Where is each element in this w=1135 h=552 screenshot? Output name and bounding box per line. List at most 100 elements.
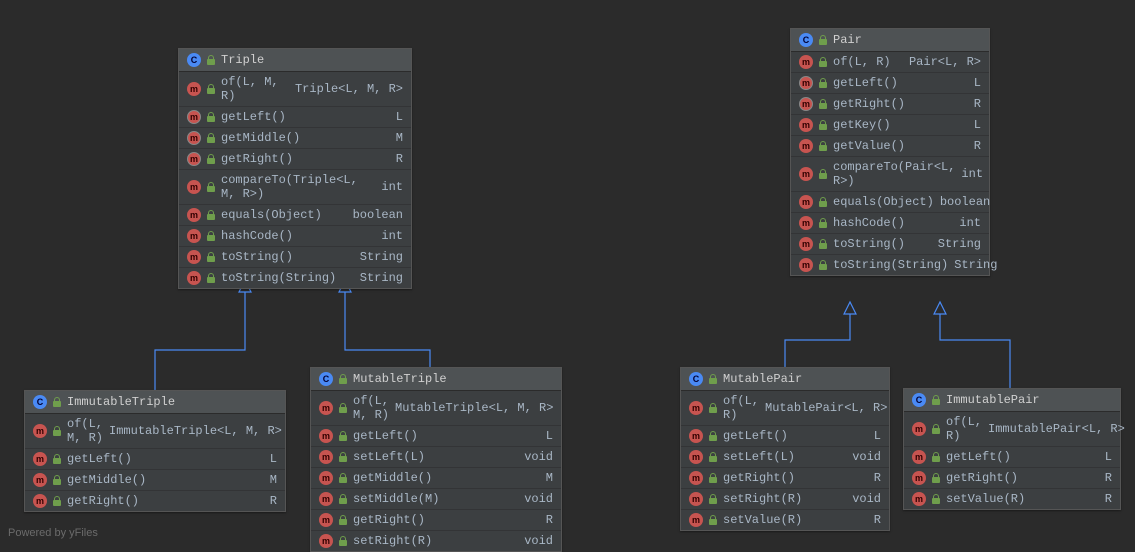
method-icon: m	[187, 180, 201, 194]
class-header[interactable]: C MutablePair	[681, 368, 889, 391]
member-row[interactable]: mequals(Object)boolean	[179, 205, 411, 226]
member-row[interactable]: mtoString()String	[179, 247, 411, 268]
member-row[interactable]: mgetLeft()L	[904, 447, 1120, 468]
class-body-mutable-pair: mof(L, R)MutablePair<L, R>mgetLeft()Lmse…	[681, 391, 889, 530]
member-row[interactable]: mgetLeft()L	[25, 449, 285, 470]
member-row[interactable]: msetLeft(L)void	[311, 447, 561, 468]
member-return-label: L	[270, 452, 277, 466]
member-row[interactable]: mgetRight()R	[904, 468, 1120, 489]
member-row[interactable]: msetLeft(L)void	[681, 447, 889, 468]
class-immutable-pair[interactable]: C ImmutablePair mof(L, R)ImmutablePair<L…	[903, 388, 1121, 510]
member-row[interactable]: mtoString()String	[791, 234, 989, 255]
class-header[interactable]: C MutableTriple	[311, 368, 561, 391]
member-row[interactable]: mgetLeft()L	[179, 107, 411, 128]
member-row[interactable]: mgetMiddle()M	[25, 470, 285, 491]
member-row[interactable]: mof(L, M, R)MutableTriple<L, M, R>	[311, 391, 561, 426]
class-mutable-triple[interactable]: C MutableTriple mof(L, M, R)MutableTripl…	[310, 367, 562, 552]
member-row[interactable]: mgetLeft()L	[791, 73, 989, 94]
method-icon: m	[799, 167, 813, 181]
member-row[interactable]: mhashCode()int	[179, 226, 411, 247]
member-row[interactable]: mof(L, M, R)ImmutableTriple<L, M, R>	[25, 414, 285, 449]
member-return-label: boolean	[353, 208, 403, 222]
member-return-label: L	[874, 429, 881, 443]
member-row[interactable]: mof(L, R)MutablePair<L, R>	[681, 391, 889, 426]
member-row[interactable]: mgetRight()R	[791, 94, 989, 115]
method-icon: m	[319, 471, 333, 485]
class-body-immutable-pair: mof(L, R)ImmutablePair<L, R>mgetLeft()Lm…	[904, 412, 1120, 509]
lock-icon	[709, 431, 717, 441]
member-return-label: String	[938, 237, 981, 251]
member-row[interactable]: mequals(Object)boolean	[791, 192, 989, 213]
method-impl-icon: m	[187, 131, 201, 145]
diagram-canvas[interactable]: C Triple mof(L, M, R)Triple<L, M, R>mget…	[0, 0, 1135, 545]
member-row[interactable]: mof(L, M, R)Triple<L, M, R>	[179, 72, 411, 107]
member-row[interactable]: mgetValue()R	[791, 136, 989, 157]
member-return-label: Pair<L, R>	[909, 55, 981, 69]
member-name-label: getKey()	[833, 118, 968, 132]
member-row[interactable]: mgetRight()R	[179, 149, 411, 170]
member-name-label: getRight()	[221, 152, 390, 166]
lock-icon	[819, 99, 827, 109]
member-name-label: getLeft()	[833, 76, 968, 90]
member-return-label: void	[852, 450, 881, 464]
member-row[interactable]: msetValue(R)R	[904, 489, 1120, 509]
member-row[interactable]: mgetMiddle()M	[179, 128, 411, 149]
class-icon: C	[187, 53, 201, 67]
class-header[interactable]: C ImmutablePair	[904, 389, 1120, 412]
member-row[interactable]: mgetRight()R	[25, 491, 285, 511]
lock-icon	[207, 133, 215, 143]
member-row[interactable]: mhashCode()int	[791, 213, 989, 234]
member-return-label: R	[396, 152, 403, 166]
class-header[interactable]: C Pair	[791, 29, 989, 52]
lock-icon	[709, 494, 717, 504]
method-icon: m	[912, 471, 926, 485]
class-pair[interactable]: C Pair mof(L, R)Pair<L, R> m getLeft() Lmge…	[790, 28, 990, 276]
lock-icon	[709, 374, 717, 384]
lock-icon	[932, 395, 940, 405]
lock-icon	[819, 78, 827, 88]
member-name-label: of(L, M, R)	[67, 417, 103, 445]
class-header[interactable]: C ImmutableTriple	[25, 391, 285, 414]
member-return-label: int	[959, 216, 981, 230]
lock-icon	[819, 260, 827, 270]
class-name-label: ImmutableTriple	[67, 395, 175, 409]
member-row[interactable]: msetMiddle(M)void	[311, 489, 561, 510]
class-immutable-triple[interactable]: C ImmutableTriple mof(L, M, R)ImmutableT…	[24, 390, 286, 512]
class-icon: C	[799, 33, 813, 47]
lock-icon	[819, 141, 827, 151]
method-icon: m	[689, 513, 703, 527]
member-row[interactable]: mcompareTo(Triple<L, M, R>)int	[179, 170, 411, 205]
lock-icon	[339, 452, 347, 462]
member-return-label: L	[974, 76, 981, 90]
member-row[interactable]: mgetRight()R	[681, 468, 889, 489]
member-row[interactable]: mof(L, R)Pair<L, R>	[791, 52, 989, 73]
lock-icon	[819, 218, 827, 228]
member-return-label: R	[1105, 492, 1112, 506]
member-row[interactable]: mgetLeft()L	[681, 426, 889, 447]
member-name-label: getRight()	[67, 494, 264, 508]
member-row[interactable]: mgetLeft()L	[311, 426, 561, 447]
member-row[interactable]: mgetRight()R	[311, 510, 561, 531]
member-row[interactable]: mtoString(String)String	[791, 255, 989, 275]
member-row[interactable]: mcompareTo(Pair<L, R>)int	[791, 157, 989, 192]
member-name-label: toString(String)	[221, 271, 354, 285]
class-header[interactable]: C Triple	[179, 49, 411, 72]
method-icon: m	[689, 450, 703, 464]
class-triple[interactable]: C Triple mof(L, M, R)Triple<L, M, R>mget…	[178, 48, 412, 289]
method-icon: m	[319, 429, 333, 443]
member-return-label: R	[270, 494, 277, 508]
member-row[interactable]: msetRight(R)void	[311, 531, 561, 551]
member-row[interactable]: msetValue(R)R	[681, 510, 889, 530]
member-row[interactable]: mof(L, R)ImmutablePair<L, R>	[904, 412, 1120, 447]
class-mutable-pair[interactable]: C MutablePair mof(L, R)MutablePair<L, R>…	[680, 367, 890, 531]
member-return-label: boolean	[940, 195, 990, 209]
member-row[interactable]: mgetMiddle()M	[311, 468, 561, 489]
member-return-label: R	[974, 97, 981, 111]
member-row[interactable]: mtoString(String)String	[179, 268, 411, 288]
method-impl-icon: m	[187, 110, 201, 124]
member-name-label: setRight(R)	[353, 534, 518, 548]
member-name-label: getRight()	[833, 97, 968, 111]
member-row[interactable]: msetRight(R)void	[681, 489, 889, 510]
member-row[interactable]: mgetKey()L	[791, 115, 989, 136]
member-return-label: String	[360, 271, 403, 285]
